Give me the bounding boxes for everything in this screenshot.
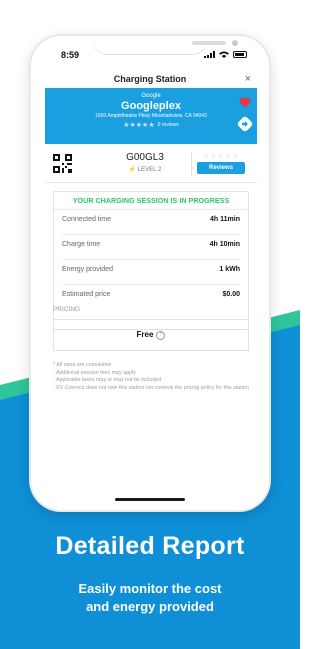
pricing-notes: * All rates are cumulative - Additional … xyxy=(53,362,253,392)
nav-bar: Charging Station × xyxy=(31,68,269,90)
session-row-label: Estimated price xyxy=(62,291,111,298)
status-icons xyxy=(204,51,247,58)
battery-icon xyxy=(233,51,247,58)
heart-icon[interactable] xyxy=(239,97,251,108)
promo-headline: Detailed Report xyxy=(55,532,245,560)
camera xyxy=(232,40,238,46)
charger-level-label: LEVEL 2 xyxy=(137,167,162,173)
session-row-label: Energy provided xyxy=(62,266,113,273)
phone-frame: 8:59 Charging Station × Google Googleple… xyxy=(31,36,269,510)
session-row-label: Connected time xyxy=(62,216,112,223)
session-row-value: 1 kWh xyxy=(219,266,240,273)
note-line: - Additional session fees may apply xyxy=(53,369,136,376)
close-icon[interactable]: × xyxy=(245,68,251,90)
station-rating: ★★★★★ 0 reviews xyxy=(45,121,257,129)
note-line: * All rates are cumulative xyxy=(53,362,112,368)
session-row-value: 4h 11min xyxy=(210,216,240,223)
session-row-price: Estimated price $0.00 xyxy=(62,291,240,305)
home-indicator[interactable] xyxy=(115,498,185,501)
session-row-value: 4h 10min xyxy=(209,241,240,248)
page-title: Charging Station xyxy=(113,74,187,84)
station-address: 1600 Amphitheatre Pkwy Mountainview, CA … xyxy=(95,113,207,119)
speaker xyxy=(192,41,226,45)
promo-subline: Easily monitor the cost and energy provi… xyxy=(0,580,300,616)
divider xyxy=(191,152,192,176)
station-info-bar: G00GL3 ⚡ LEVEL 2 ☆☆☆☆☆ Reviews xyxy=(45,146,257,183)
station-brand: Google xyxy=(141,93,161,99)
session-row-energy: Energy provided 1 kWh xyxy=(62,266,240,280)
pricing-box: Free? xyxy=(53,319,249,351)
price-value: Free xyxy=(136,330,154,339)
note-line: - Applicable taxes may or may not be inc… xyxy=(53,377,162,383)
session-status-title: YOUR CHARGING SESSION IS IN PROGRESS xyxy=(54,192,248,210)
qr-code-icon[interactable] xyxy=(53,154,72,173)
status-time: 8:59 xyxy=(61,50,80,60)
station-id: G00GL3 xyxy=(126,152,164,163)
note-line: - EV Connect does not own this station n… xyxy=(53,384,249,391)
signal-icon xyxy=(204,51,215,58)
divider xyxy=(62,259,240,260)
session-card: YOUR CHARGING SESSION IS IN PROGRESS Con… xyxy=(53,191,249,330)
station-name: Googleplex xyxy=(121,100,181,112)
promo-subline-1: Easily monitor the cost xyxy=(78,581,222,596)
lightning-icon: ⚡ xyxy=(128,167,137,173)
session-row-charge: Charge time 4h 10min xyxy=(62,241,240,255)
reviews-button[interactable]: Reviews xyxy=(197,162,245,174)
promo-subline-2: and energy provided xyxy=(86,599,214,614)
status-bar: 8:59 xyxy=(31,50,269,64)
review-count: 0 reviews xyxy=(157,122,179,128)
session-row-connected: Connected time 4h 11min xyxy=(62,216,240,230)
divider xyxy=(62,234,240,235)
session-row-label: Charge time xyxy=(62,241,101,248)
help-icon[interactable]: ? xyxy=(156,331,166,340)
session-row-value: $0.00 xyxy=(222,291,240,298)
pricing-label: PRICING xyxy=(53,306,81,313)
station-header: Google Googleplex 1600 Amphitheatre Pkwy… xyxy=(45,88,257,144)
divider xyxy=(62,284,240,285)
star-icon: ★★★★★ xyxy=(123,122,155,129)
wifi-icon xyxy=(219,51,229,58)
charger-level: ⚡ LEVEL 2 xyxy=(105,166,185,173)
rating-stars[interactable]: ☆☆☆☆☆ xyxy=(203,152,239,160)
